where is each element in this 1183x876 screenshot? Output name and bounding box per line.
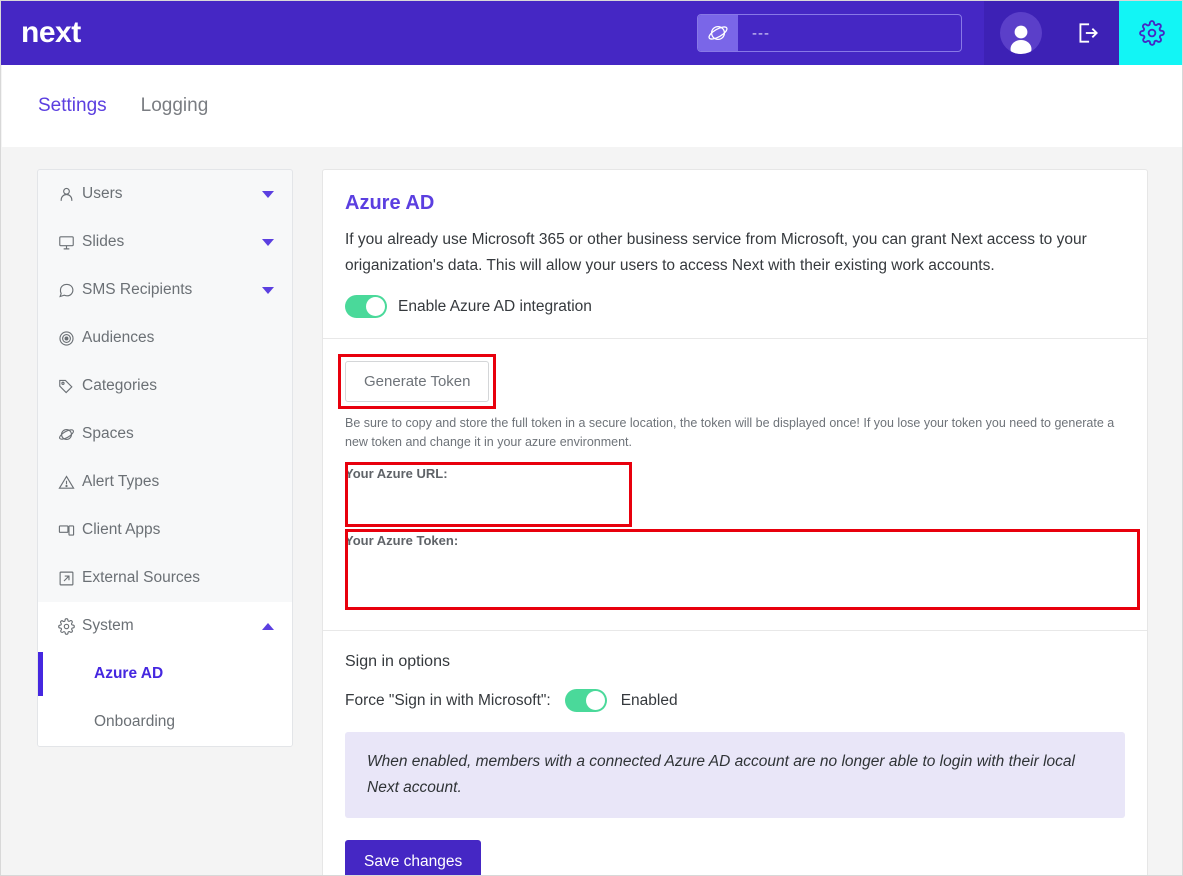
force-signin-state-label: Enabled bbox=[620, 691, 678, 709]
header-spacer bbox=[251, 1, 697, 65]
gear-icon bbox=[1138, 20, 1165, 46]
sidebar-item-label: External Sources bbox=[82, 569, 201, 586]
sidebar-item-sms-recipients[interactable]: SMS Recipients bbox=[38, 266, 292, 314]
enable-azure-ad-toggle[interactable] bbox=[345, 295, 387, 318]
sidebar-item-label: Alert Types bbox=[82, 473, 160, 490]
token-hint-text: Be sure to copy and store the full token… bbox=[345, 416, 1115, 449]
generate-token-wrapper: Generate Token bbox=[338, 354, 497, 409]
tab-logging[interactable]: Logging bbox=[141, 95, 209, 117]
sidebar-item-categories[interactable]: Categories bbox=[38, 362, 292, 410]
planet-icon bbox=[698, 15, 738, 51]
force-signin-row: Force "Sign in with Microsoft": Enabled bbox=[345, 689, 1125, 712]
sidebar-item-alert-types[interactable]: Alert Types bbox=[38, 458, 292, 506]
warning-triangle-icon bbox=[58, 474, 82, 491]
sign-in-options-section: Sign in options Force "Sign in with Micr… bbox=[323, 631, 1147, 875]
chevron-down-icon[interactable] bbox=[262, 190, 274, 198]
sidebar-item-label: Categories bbox=[82, 377, 157, 394]
page-title: Azure AD bbox=[345, 192, 435, 214]
force-signin-label: Force "Sign in with Microsoft": bbox=[345, 691, 551, 709]
sidebar-item-label: SMS Recipients bbox=[82, 281, 193, 298]
generate-token-button[interactable]: Generate Token bbox=[345, 361, 490, 402]
sidebar-subitem-label: Onboarding bbox=[94, 713, 176, 730]
toggle-knob bbox=[585, 691, 605, 710]
azure-token-field-block: Your Azure Token: bbox=[345, 529, 1140, 610]
sidebar-item-system[interactable]: System bbox=[38, 602, 292, 650]
app-logo[interactable]: next bbox=[1, 1, 251, 65]
external-link-icon bbox=[58, 570, 82, 587]
azure-token-input[interactable] bbox=[345, 548, 1140, 610]
settings-sidebar: Users Slides SMS Recipients Audiences Ca… bbox=[37, 169, 293, 747]
sidebar-item-label: Spaces bbox=[82, 425, 134, 442]
sidebar-item-label: Slides bbox=[82, 233, 125, 250]
app-window: next --- Settings Logging Users Slides S… bbox=[0, 0, 1183, 876]
sign-in-options-heading: Sign in options bbox=[345, 653, 450, 670]
sidebar-item-azure-ad[interactable]: Azure AD bbox=[38, 650, 292, 698]
save-changes-button[interactable]: Save changes bbox=[345, 840, 482, 875]
settings-button[interactable] bbox=[1119, 1, 1182, 65]
sidebar-item-label: Client Apps bbox=[82, 521, 161, 538]
azure-url-label: Your Azure URL: bbox=[345, 466, 448, 481]
top-header-bar: next --- bbox=[1, 1, 1182, 65]
chat-bubble-icon bbox=[58, 282, 82, 299]
chevron-up-icon[interactable] bbox=[262, 622, 274, 630]
brand-name: next bbox=[21, 16, 81, 49]
azure-ad-description: If you already use Microsoft 365 or othe… bbox=[345, 231, 1087, 274]
azure-url-field-block: Your Azure URL: bbox=[345, 462, 632, 527]
sidebar-item-users[interactable]: Users bbox=[38, 170, 292, 218]
space-selector-value[interactable]: --- bbox=[738, 25, 961, 42]
sign-in-info-box: When enabled, members with a connected A… bbox=[345, 732, 1125, 818]
apps-icon bbox=[58, 522, 82, 539]
sidebar-subitem-label: Azure AD bbox=[94, 665, 164, 682]
toggle-knob bbox=[366, 297, 385, 316]
monitor-icon bbox=[58, 234, 82, 251]
user-icon bbox=[58, 186, 82, 203]
sidebar-item-external-sources[interactable]: External Sources bbox=[38, 554, 292, 602]
avatar[interactable] bbox=[984, 1, 1057, 65]
content-area: Users Slides SMS Recipients Audiences Ca… bbox=[2, 147, 1182, 875]
chevron-down-icon[interactable] bbox=[262, 238, 274, 246]
space-selector[interactable]: --- bbox=[697, 14, 962, 52]
sidebar-item-label: Users bbox=[82, 185, 123, 202]
azure-token-label: Your Azure Token: bbox=[345, 533, 459, 548]
planet-icon bbox=[58, 426, 82, 443]
tab-settings[interactable]: Settings bbox=[38, 95, 107, 117]
user-avatar-icon bbox=[999, 12, 1042, 54]
chevron-down-icon[interactable] bbox=[262, 286, 274, 294]
logout-button[interactable] bbox=[1057, 1, 1119, 65]
tags-icon bbox=[58, 378, 82, 395]
enable-azure-ad-label: Enable Azure AD integration bbox=[398, 297, 592, 315]
tab-bar: Settings Logging bbox=[2, 65, 1182, 147]
gear-icon bbox=[58, 617, 82, 635]
azure-ad-settings-card: Azure AD If you already use Microsoft 36… bbox=[322, 169, 1148, 875]
token-section: Generate Token Be sure to copy and store… bbox=[323, 339, 1147, 630]
sidebar-item-slides[interactable]: Slides bbox=[38, 218, 292, 266]
sidebar-item-spaces[interactable]: Spaces bbox=[38, 410, 292, 458]
force-signin-toggle[interactable] bbox=[564, 689, 607, 712]
sidebar-item-client-apps[interactable]: Client Apps bbox=[38, 506, 292, 554]
sidebar-item-onboarding[interactable]: Onboarding bbox=[38, 698, 292, 746]
logout-icon bbox=[1079, 23, 1098, 43]
sidebar-item-label: Audiences bbox=[82, 329, 155, 346]
target-icon bbox=[58, 330, 82, 347]
enable-azure-ad-row: Enable Azure AD integration bbox=[345, 295, 1125, 318]
sidebar-item-label: System bbox=[82, 617, 134, 634]
azure-url-input[interactable] bbox=[345, 481, 632, 527]
sidebar-item-audiences[interactable]: Audiences bbox=[38, 314, 292, 362]
azure-ad-intro-section: Azure AD If you already use Microsoft 36… bbox=[323, 170, 1147, 338]
sidebar-group-system: System Azure AD Onboarding bbox=[38, 602, 292, 746]
